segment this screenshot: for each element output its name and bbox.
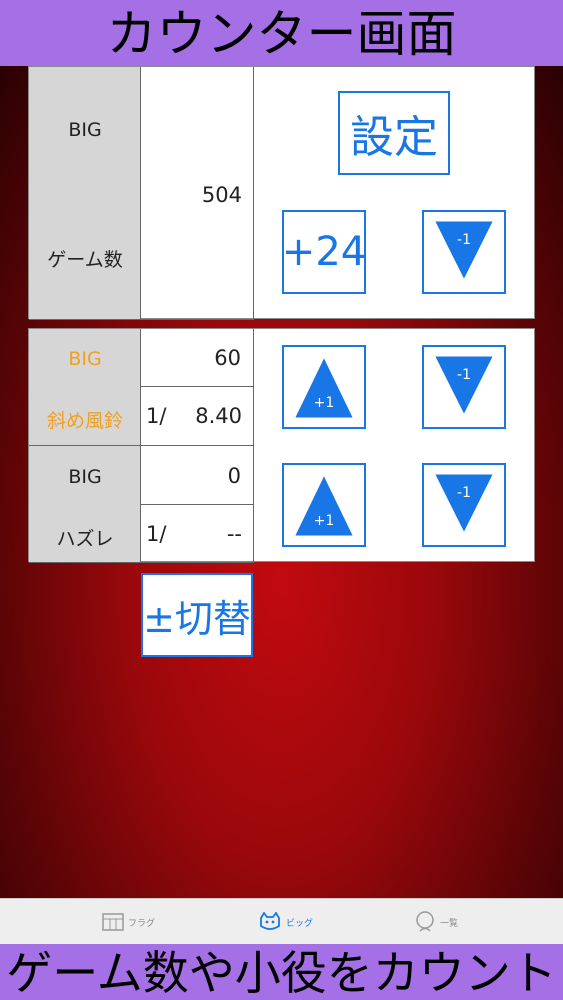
counter1-plus-label: +1 — [313, 395, 335, 411]
tab-big[interactable]: ビッグ — [258, 899, 313, 945]
game-count-label: ゲーム数 — [47, 249, 123, 271]
game-minus-button[interactable]: -1 — [422, 210, 506, 294]
game-label-cell — [29, 67, 141, 320]
counter1-count-value: 60 — [214, 346, 241, 370]
top-banner: カウンター画面 — [0, 0, 563, 66]
toggle-sign-button[interactable]: ±切替 — [141, 573, 253, 657]
tab-big-label: ビッグ — [286, 918, 314, 929]
counter2-plus-button[interactable]: +1 — [282, 463, 366, 547]
settings-button[interactable]: 設定 — [338, 91, 450, 175]
counter2-role-label: ハズレ — [56, 528, 114, 550]
counter1-big-label: BIG — [68, 348, 102, 370]
list-person-icon — [416, 911, 434, 932]
role-counter-panel: BIG 斜め風鈴 60 1/ 8.40 +1 -1 BIG ハズレ 0 1/ -… — [28, 328, 535, 563]
settings-button-label: 設定 — [350, 112, 438, 163]
big-cat-icon — [260, 912, 280, 930]
tab-list[interactable]: 一覧 — [414, 899, 458, 945]
game-count-panel: BIG ゲーム数 504 設定 +24 -1 — [28, 66, 535, 320]
game-minus-label: -1 — [457, 232, 471, 248]
counter2-ratio-value: -- — [226, 522, 242, 546]
counter1-minus-label: -1 — [457, 367, 471, 383]
toggle-sign-label: ±切替 — [143, 596, 251, 641]
counter2-ratio-prefix: 1/ — [146, 522, 167, 546]
game-big-label: BIG — [68, 119, 102, 141]
counter2-big-label: BIG — [68, 466, 102, 488]
counter2-count-value: 0 — [227, 464, 241, 488]
tab-flag-label: フラグ — [128, 918, 156, 929]
counter-stage: BIG ゲーム数 504 設定 +24 -1 BIG 斜め風鈴 60 1/ 8.… — [0, 66, 563, 898]
counter1-plus-button[interactable]: +1 — [282, 345, 366, 429]
counter1-minus-button[interactable]: -1 — [422, 345, 506, 429]
tab-flag[interactable]: フラグ — [102, 899, 155, 945]
counter1-ratio-prefix: 1/ — [146, 404, 167, 428]
counter2-plus-label: +1 — [313, 513, 335, 529]
counter2-minus-button[interactable]: -1 — [422, 463, 506, 547]
flag-table-icon — [102, 913, 124, 931]
plus24-button-label: +24 — [281, 229, 367, 275]
counter1-ratio-value: 8.40 — [195, 404, 242, 428]
tab-list-label: 一覧 — [440, 918, 459, 929]
game-count-value: 504 — [201, 183, 242, 207]
counter1-role-label: 斜め風鈴 — [46, 410, 123, 432]
counter2-minus-label: -1 — [457, 485, 471, 501]
plus24-button[interactable]: +24 — [282, 210, 366, 294]
bottom-banner: ゲーム数や小役をカウント — [0, 944, 563, 1000]
tab-bar: フラグ ビッグ 一覧 — [0, 898, 563, 944]
